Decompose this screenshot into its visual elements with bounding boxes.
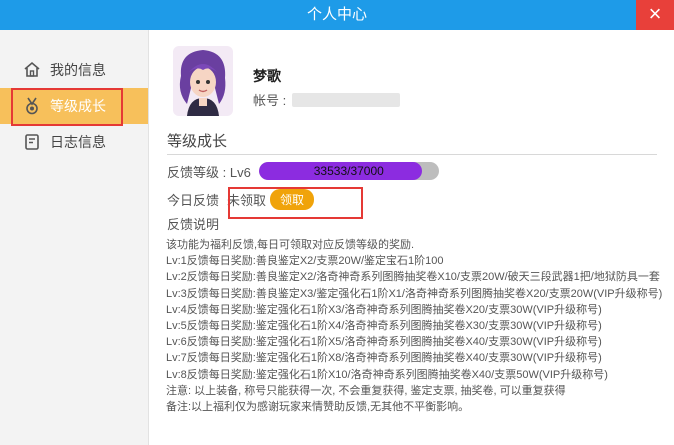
description-line: Lv:7反馈每日奖励:鉴定强化石1阶X8/洛奇神奇系列图腾抽奖卷X40/支票30…	[166, 352, 602, 365]
sidebar: 我的信息 等级成长 日志信息	[0, 30, 149, 445]
level-progress-text: 33533/37000	[313, 164, 384, 178]
description-line: Lv:2反馈每日奖励:善良鉴定X2/洛奇神奇系列图腾抽奖卷X10/支票20W/破…	[166, 271, 660, 284]
description-line: 该功能为福利反馈,每日可领取对应反馈等级的奖励.	[166, 239, 415, 251]
level-progress-bar: 33533/37000	[258, 162, 439, 180]
medal-icon	[22, 96, 42, 116]
description-line: Lv:5反馈每日奖励:鉴定强化石1阶X4/洛奇神奇系列图腾抽奖卷X30/支票30…	[166, 320, 602, 333]
section-title: 等级成长	[167, 133, 228, 150]
account-label: 帐号 :	[253, 93, 287, 108]
account-masked-value	[292, 92, 401, 107]
description-line: Lv:3反馈每日奖励:善良鉴定X3/鉴定强化石1阶X1/洛奇神奇系列图腾抽奖卷X…	[166, 287, 663, 300]
title-bar: 个人中心 ×	[0, 0, 674, 30]
sidebar-item-label: 我的信息	[50, 62, 106, 78]
sidebar-item-label: 日志信息	[50, 134, 106, 150]
home-icon	[22, 60, 42, 80]
main-content: 梦歌 帐号 : 等级成长 反馈等级 : Lv6 33533/37000 今日反馈…	[149, 30, 674, 445]
sidebar-item-log-info[interactable]: 日志信息	[0, 124, 148, 160]
description-line: Lv:1反馈每日奖励:善良鉴定X2/支票20W/鉴定宝石1阶100	[166, 255, 444, 268]
description-line: Lv:4反馈每日奖励:鉴定强化石1阶X3/洛奇神奇系列图腾抽奖卷X20/支票30…	[166, 303, 602, 316]
description-line: Lv:6反馈每日奖励:鉴定强化石1阶X5/洛奇神奇系列图腾抽奖卷X40/支票30…	[166, 336, 602, 349]
sidebar-item-my-info[interactable]: 我的信息	[0, 52, 148, 88]
level-row: 反馈等级 : Lv6 33533/37000	[167, 161, 439, 181]
description-title: 反馈说明	[167, 217, 220, 232]
description-line: Lv:8反馈每日奖励:鉴定强化石1阶X10/洛奇神奇系列图腾抽奖卷X40/支票5…	[166, 368, 608, 381]
divider	[167, 154, 657, 155]
sidebar-item-level-growth[interactable]: 等级成长	[0, 88, 148, 124]
daily-label: 今日反馈	[167, 192, 220, 208]
sidebar-item-label: 等级成长	[50, 98, 106, 114]
description-text: 该功能为福利反馈,每日可领取对应反馈等级的奖励. Lv:1反馈每日奖励:善良鉴定…	[166, 237, 664, 415]
daily-row: 今日反馈 未领取 领取	[167, 188, 315, 210]
description-line: 注意: 以上装备, 称号只能获得一次, 不会重复获得, 鉴定支票, 抽奖卷, 可…	[166, 384, 566, 397]
claim-button[interactable]: 领取	[270, 188, 315, 210]
close-button[interactable]: ×	[636, 0, 674, 30]
username: 梦歌	[253, 68, 281, 84]
level-label: 反馈等级 : Lv6	[167, 164, 251, 180]
account-row: 帐号 :	[253, 90, 401, 109]
log-icon	[22, 132, 42, 152]
daily-status: 未领取	[227, 192, 267, 208]
window-title: 个人中心	[306, 6, 367, 23]
avatar	[173, 46, 233, 116]
description-line: 备注:以上福利仅为感谢玩家来情赞助反馈,无其他不平衡影响。	[166, 401, 470, 414]
